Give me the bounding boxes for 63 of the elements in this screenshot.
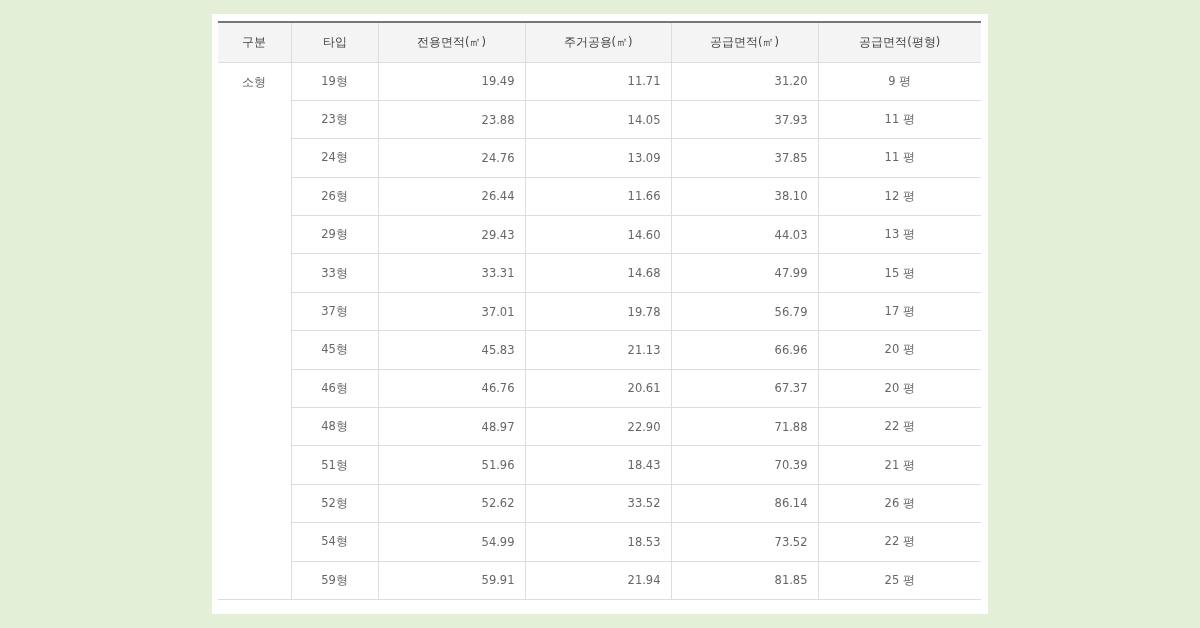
table-cell: 24.76 <box>378 138 525 178</box>
table-cell: 51.96 <box>378 445 525 485</box>
table-cell: 29형 <box>291 215 378 254</box>
table-cell: 24형 <box>291 138 378 178</box>
table-cell: 59.91 <box>378 561 525 600</box>
column-header: 주거공용(㎡) <box>525 22 671 62</box>
table-cell: 52.62 <box>378 484 525 523</box>
table-cell: 48.97 <box>378 407 525 446</box>
column-header: 공급면적(평형) <box>818 22 981 62</box>
table-cell: 31.20 <box>671 62 818 101</box>
table-cell: 11.66 <box>525 177 671 216</box>
table-cell: 26.44 <box>378 177 525 216</box>
table-cell: 37.93 <box>671 100 818 139</box>
table-cell: 14.05 <box>525 100 671 139</box>
table-cell: 13.09 <box>525 138 671 178</box>
table-cell: 54.99 <box>378 522 525 562</box>
table-cell: 19.78 <box>525 292 671 331</box>
column-header: 타입 <box>291 22 378 62</box>
table-cell: 14.60 <box>525 215 671 254</box>
table-cell: 26형 <box>291 177 378 216</box>
table-cell: 81.85 <box>671 561 818 600</box>
table-cell: 45형 <box>291 330 378 370</box>
table-cell: 22.90 <box>525 407 671 446</box>
table-cell: 23형 <box>291 100 378 139</box>
table-cell: 33.52 <box>525 484 671 523</box>
table-cell: 86.14 <box>671 484 818 523</box>
table-cell: 11.71 <box>525 62 671 101</box>
table-cell: 38.10 <box>671 177 818 216</box>
table-cell: 66.96 <box>671 330 818 370</box>
table-cell: 46형 <box>291 369 378 408</box>
table-cell: 20.61 <box>525 369 671 408</box>
column-header: 공급면적(㎡) <box>671 22 818 62</box>
table-cell: 44.03 <box>671 215 818 254</box>
table-cell: 21.94 <box>525 561 671 600</box>
table-cell: 14.68 <box>525 253 671 293</box>
table-cell: 37형 <box>291 292 378 331</box>
table-cell: 56.79 <box>671 292 818 331</box>
table-cell: 71.88 <box>671 407 818 446</box>
table-cell: 33.31 <box>378 253 525 293</box>
table-cell: 46.76 <box>378 369 525 408</box>
table-cell: 37.85 <box>671 138 818 178</box>
table-cell: 23.88 <box>378 100 525 139</box>
table-cell: 67.37 <box>671 369 818 408</box>
table-cell: 59형 <box>291 561 378 600</box>
column-header: 전용면적(㎡) <box>378 22 525 62</box>
table-cell: 45.83 <box>378 330 525 370</box>
table-cell: 18.43 <box>525 445 671 485</box>
column-header: 구분 <box>218 22 291 62</box>
table-cell: 47.99 <box>671 253 818 293</box>
table-cell: 19형 <box>291 62 378 101</box>
table-cell: 51형 <box>291 445 378 485</box>
table-cell: 18.53 <box>525 522 671 562</box>
table-cell: 21.13 <box>525 330 671 370</box>
table-cell: 19.49 <box>378 62 525 101</box>
table-cell: 73.52 <box>671 522 818 562</box>
table-cell: 70.39 <box>671 445 818 485</box>
table-cell: 33형 <box>291 253 378 293</box>
table-cell: 48형 <box>291 407 378 446</box>
table-cell: 소형 <box>218 62 291 600</box>
table-cell: 29.43 <box>378 215 525 254</box>
table-cell: 37.01 <box>378 292 525 331</box>
table-cell: 54형 <box>291 522 378 562</box>
table-cell: 52형 <box>291 484 378 523</box>
